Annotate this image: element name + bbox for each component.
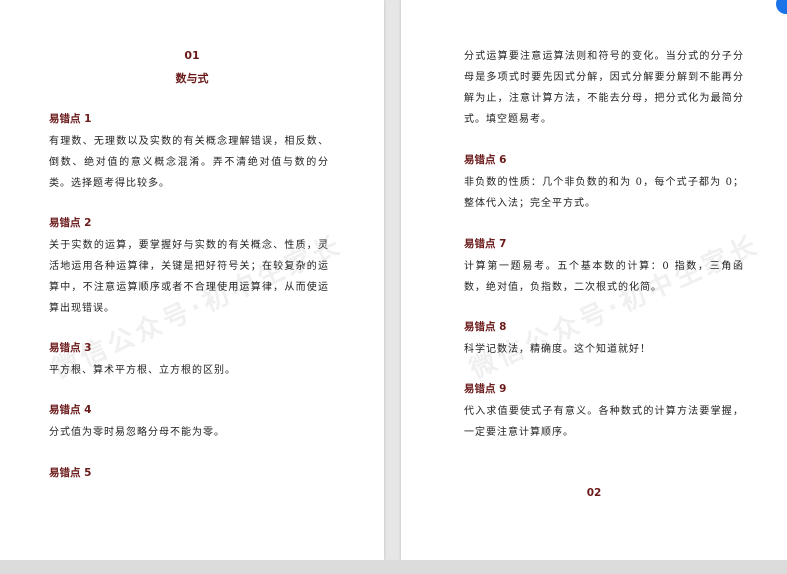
section-8: 易错点 8 科学记数法，精确度。这个知道就好！ <box>464 319 744 360</box>
floating-action-button[interactable] <box>776 0 787 14</box>
section-heading: 易错点 3 <box>49 342 92 354</box>
section-heading: 易错点 6 <box>464 154 507 166</box>
section-heading: 易错点 1 <box>49 113 92 125</box>
section-5: 易错点 5 <box>49 465 329 485</box>
section-body: 分式值为零时易忽略分母不能为零。 <box>49 427 225 438</box>
section-9: 易错点 9 代入求值要使式子有意义。各种数式的计算方法要掌握，一定要注意计算顺序… <box>464 381 744 443</box>
section-6: 易错点 6 非负数的性质：几个非负数的和为 0，每个式子都为 0；整体代入法；完… <box>464 152 744 214</box>
section-7: 易错点 7 计算第一题易考。五个基本数的计算：0 指数，三角函数，绝对值，负指数… <box>464 236 744 298</box>
section-heading: 易错点 9 <box>464 383 507 395</box>
section-body: 关于实数的运算，要掌握好与实数的有关概念、性质，灵活地运用各种运算律，关键是把好… <box>49 240 329 314</box>
section-heading: 易错点 4 <box>49 404 92 416</box>
page-number: 02 <box>586 487 602 499</box>
page-right: 微信公众号·初中生家长 分式运算要注意运算法则和符号的变化。当分式的分子分母是多… <box>401 0 787 560</box>
section-body: 平方根、算术平方根、立方根的区别。 <box>49 365 236 376</box>
section-5-continued: 分式运算要注意运算法则和符号的变化。当分式的分子分母是多项式时要先因式分解，因式… <box>464 46 744 130</box>
section-body: 计算第一题易考。五个基本数的计算：0 指数，三角函数，绝对值，负指数，二次根式的… <box>464 261 744 293</box>
section-2: 易错点 2 关于实数的运算，要掌握好与实数的有关概念、性质，灵活地运用各种运算律… <box>49 215 329 319</box>
viewer-bottom-bar <box>0 560 787 574</box>
page-left: 微信公众号·初中生家长 01 数与式 易错点 1 有理数、无理数以及实数的有关概… <box>0 0 384 560</box>
section-body: 科学记数法，精确度。这个知道就好！ <box>464 344 651 355</box>
document-viewer: 微信公众号·初中生家长 01 数与式 易错点 1 有理数、无理数以及实数的有关概… <box>0 0 787 574</box>
section-body: 代入求值要使式子有意义。各种数式的计算方法要掌握，一定要注意计算顺序。 <box>464 406 744 438</box>
section-body: 非负数的性质：几个非负数的和为 0，每个式子都为 0；整体代入法；完全平方式。 <box>464 177 744 209</box>
section-body: 有理数、无理数以及实数的有关概念理解错误，相反数、倒数、绝对值的意义概念混淆。弄… <box>49 136 329 189</box>
section-3: 易错点 3 平方根、算术平方根、立方根的区别。 <box>49 340 329 381</box>
chapter-number: 01 <box>184 49 200 62</box>
section-4: 易错点 4 分式值为零时易忽略分母不能为零。 <box>49 402 329 443</box>
section-body: 分式运算要注意运算法则和符号的变化。当分式的分子分母是多项式时要先因式分解，因式… <box>464 51 744 125</box>
chapter-title: 数与式 <box>175 72 209 85</box>
section-heading: 易错点 2 <box>49 217 92 229</box>
section-heading: 易错点 5 <box>49 467 92 479</box>
section-1: 易错点 1 有理数、无理数以及实数的有关概念理解错误，相反数、倒数、绝对值的意义… <box>49 111 329 194</box>
section-heading: 易错点 7 <box>464 238 507 250</box>
section-heading: 易错点 8 <box>464 321 507 333</box>
